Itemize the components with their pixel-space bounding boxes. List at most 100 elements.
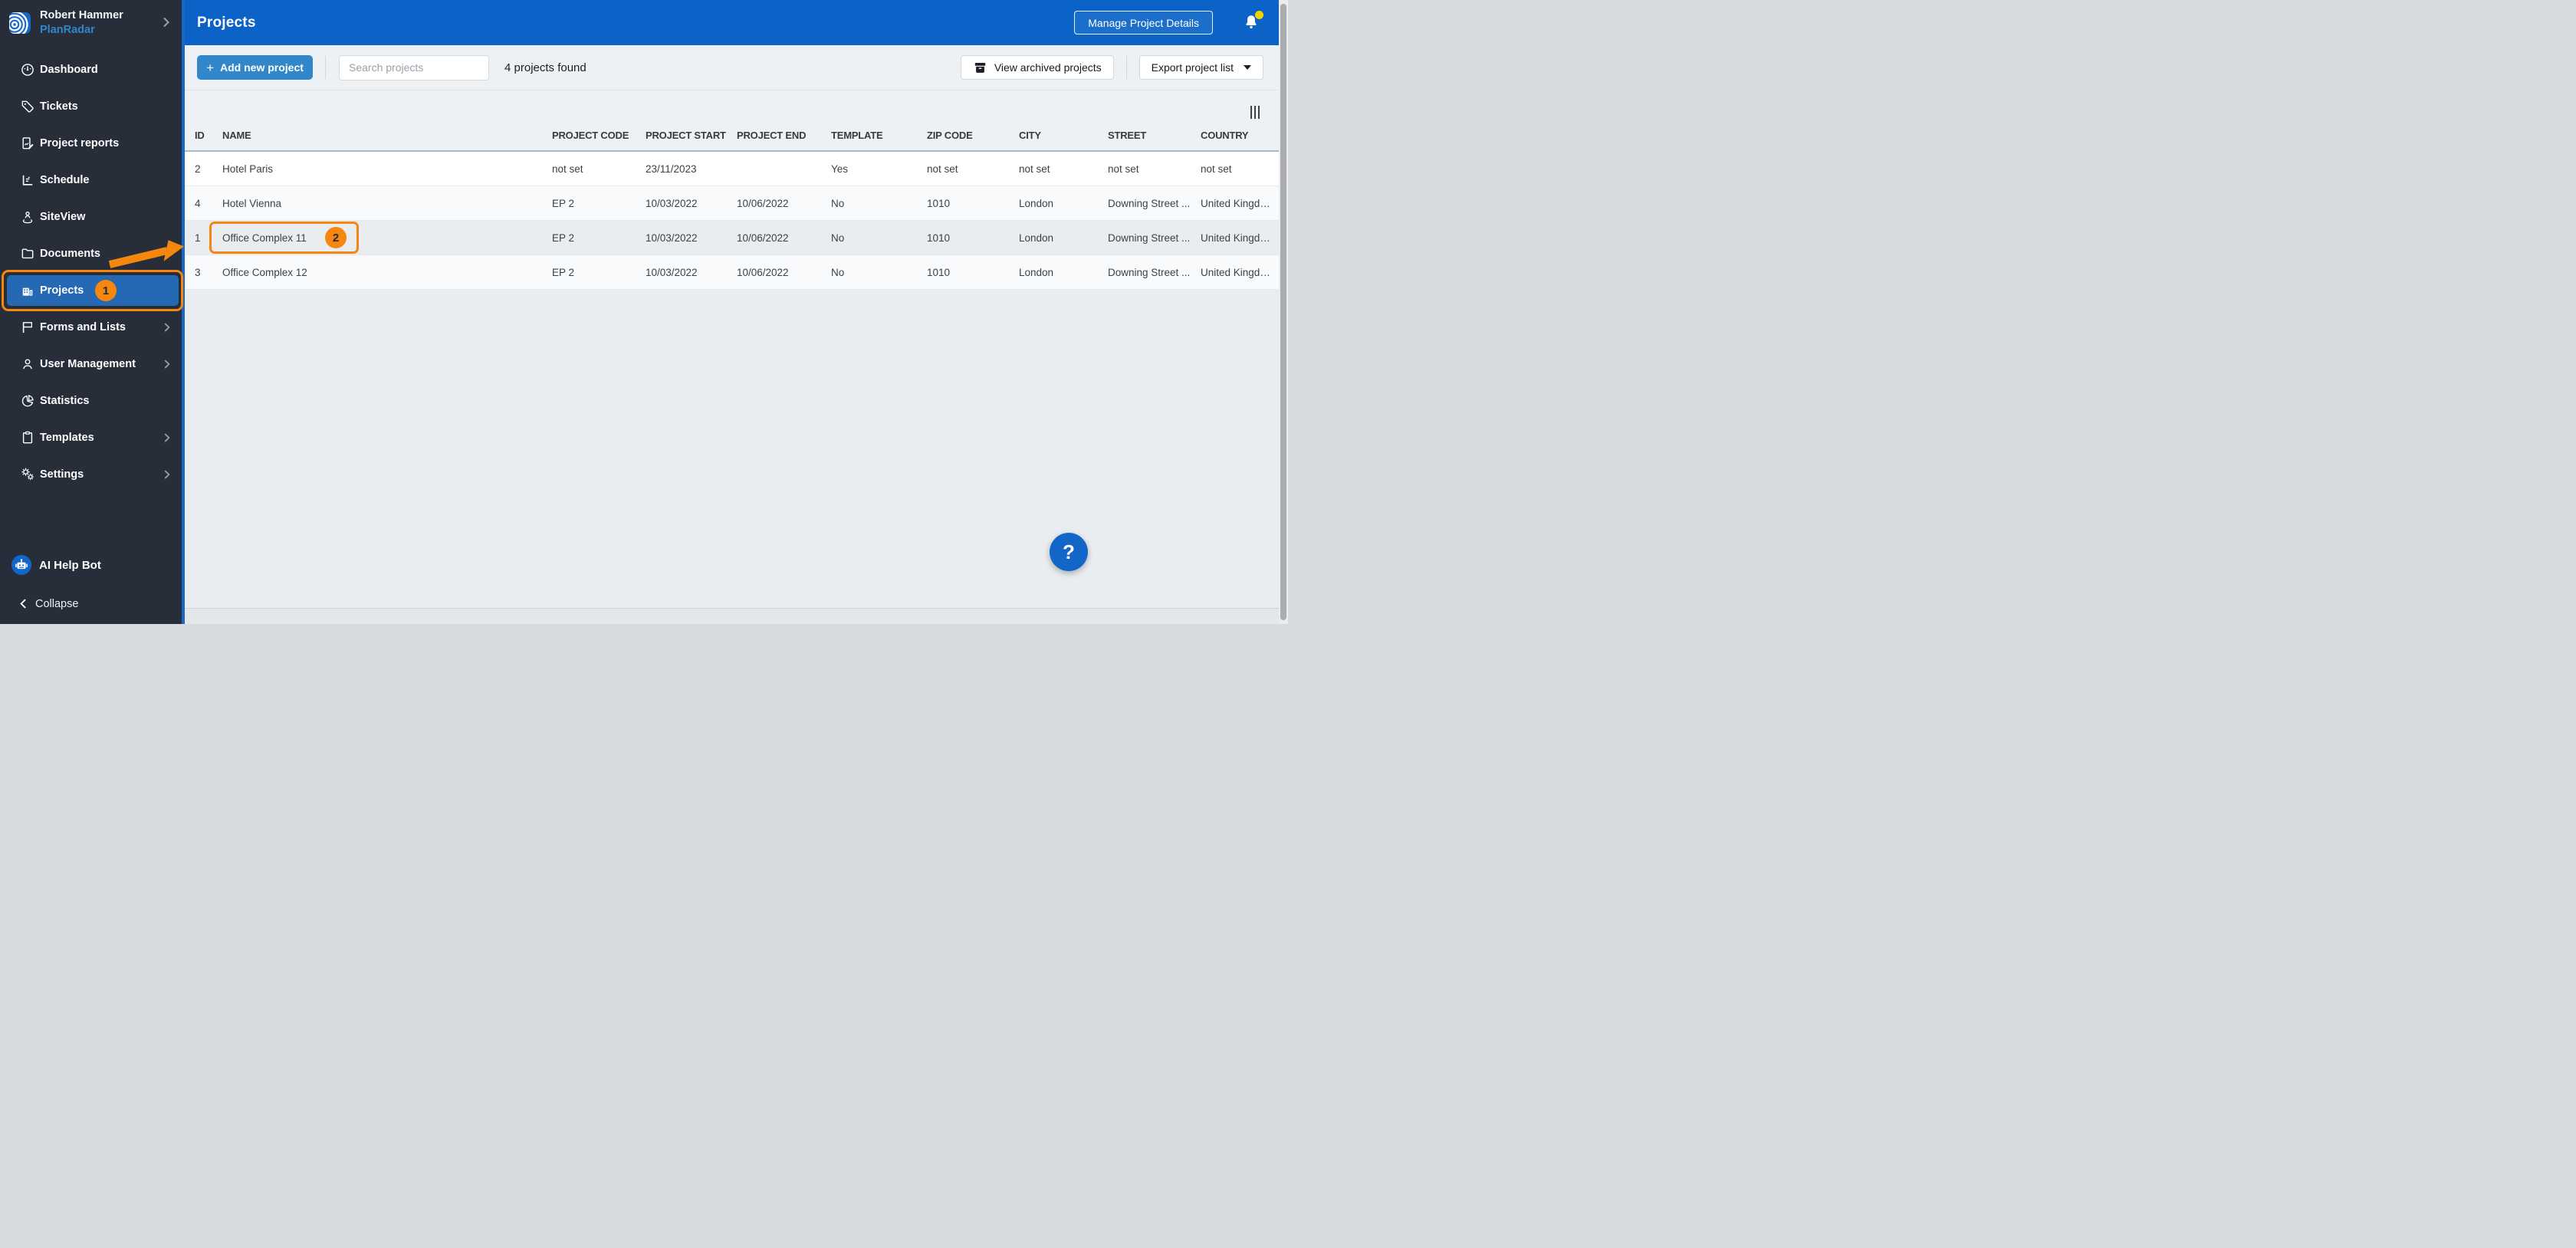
sidebar-item-label: Projects <box>40 284 84 297</box>
annotation-step-badge: 2 <box>325 227 347 248</box>
table-row-project-1[interactable]: 1 Office Complex 11 EP 2 10/03/2022 10/06/20… <box>185 221 1279 255</box>
cell-project-start: 10/03/2022 <box>646 232 698 244</box>
toolbar-divider <box>1125 56 1127 79</box>
chevron-left-icon <box>17 597 30 610</box>
sidebar-item-label: Documents <box>40 248 100 260</box>
settings-icon <box>20 467 35 482</box>
main-content: Projects Manage Project Details + Add ne… <box>185 0 1288 624</box>
view-archived-projects-button[interactable]: View archived projects <box>960 55 1114 80</box>
cell-name: Office Complex 12 <box>222 266 307 278</box>
help-button[interactable]: ? <box>1050 533 1088 571</box>
cell-project-end: 10/06/2022 <box>737 266 789 278</box>
sidebar-item-project-reports[interactable]: Project reports <box>0 125 185 162</box>
planradar-app: Robert Hammer PlanRadar Dashboard Tickets… <box>0 0 1288 624</box>
cell-project-code: EP 2 <box>552 266 575 278</box>
sidebar-nav: Dashboard Tickets Project reports Schedule S… <box>0 51 185 493</box>
table-header: ID NAME PROJECT CODE PROJECT START PROJECT E… <box>185 90 1279 152</box>
cell-project-start: 10/03/2022 <box>646 197 698 209</box>
column-header-name: NAME <box>222 130 251 141</box>
sidebar-item-documents[interactable]: Documents <box>0 235 185 272</box>
schedule-icon <box>20 172 35 188</box>
cell-street: Downing Street ... <box>1108 266 1191 278</box>
cell-country: United Kingdom <box>1201 266 1275 278</box>
notification-bell-icon[interactable] <box>1242 10 1263 33</box>
cell-project-start: 23/11/2023 <box>646 163 697 175</box>
scrollbar-thumb[interactable] <box>1280 4 1286 620</box>
cell-project-code: EP 2 <box>552 232 575 244</box>
search-projects-input[interactable] <box>339 54 489 80</box>
sidebar-item-label: User Management <box>40 358 136 370</box>
horizontal-scrollbar-track[interactable] <box>185 608 1288 624</box>
column-header-city: CITY <box>1019 130 1041 141</box>
forms-and-lists-icon <box>20 320 35 335</box>
toolbar-divider <box>325 56 326 79</box>
table-row-project-4[interactable]: 4 Hotel Vienna EP 2 10/03/2022 10/06/2022 No 1… <box>185 186 1279 221</box>
sidebar-item-schedule[interactable]: Schedule <box>0 162 185 199</box>
documents-icon <box>20 246 35 261</box>
workspace-name: PlanRadar <box>40 23 95 36</box>
cell-template: Yes <box>831 163 849 175</box>
statistics-icon <box>20 393 35 409</box>
sidebar-item-tickets[interactable]: Tickets <box>0 88 185 125</box>
vertical-scrollbar[interactable] <box>1279 0 1288 624</box>
cell-name: Hotel Paris <box>222 163 274 175</box>
manage-project-details-button[interactable]: Manage Project Details <box>1074 11 1213 34</box>
column-header-zip-code: ZIP CODE <box>927 130 973 141</box>
export-project-list-button[interactable]: Export project list <box>1138 55 1263 80</box>
cell-zip-code: not set <box>927 163 958 175</box>
chevron-right-icon <box>160 320 174 334</box>
sidebar-item-label: AI Help Bot <box>39 558 101 572</box>
dashboard-icon <box>20 62 35 77</box>
sidebar-item-label: Project reports <box>40 137 120 149</box>
column-header-id: ID <box>195 130 205 141</box>
cell-id: 4 <box>195 197 201 209</box>
notification-dot <box>1255 10 1263 19</box>
sidebar-item-label: Schedule <box>40 174 90 186</box>
sidebar-item-ai-help-bot[interactable]: AI Help Bot <box>12 555 101 575</box>
robot-icon <box>12 555 31 575</box>
user-name: Robert Hammer <box>40 9 123 22</box>
column-header-project-code: PROJECT CODE <box>552 130 629 141</box>
cell-country: United Kingdom <box>1201 232 1275 244</box>
sidebar-item-label: SiteView <box>40 211 86 223</box>
sidebar-item-templates[interactable]: Templates <box>0 419 185 456</box>
column-header-project-start: PROJECT START <box>646 130 726 141</box>
cell-project-code: EP 2 <box>552 197 575 209</box>
collapse-button[interactable]: Collapse <box>17 597 78 610</box>
sidebar-item-projects[interactable]: Projects 1 <box>0 270 185 311</box>
cell-zip-code: 1010 <box>927 197 951 209</box>
sidebar-item-forms-and-lists[interactable]: Forms and Lists <box>0 309 185 346</box>
table-empty-area <box>185 290 1279 608</box>
cell-country: not set <box>1201 163 1232 175</box>
workspace-switcher[interactable]: Robert Hammer PlanRadar <box>0 0 185 45</box>
archived-button-label: View archived projects <box>994 61 1102 74</box>
sidebar-item-dashboard[interactable]: Dashboard <box>0 51 185 88</box>
cell-id: 2 <box>195 163 201 175</box>
cell-street: Downing Street ... <box>1108 197 1191 209</box>
table-row-project-2[interactable]: 2 Hotel Paris not set 23/11/2023 Yes not set n… <box>185 152 1279 186</box>
sidebar-item-settings[interactable]: Settings <box>0 456 185 493</box>
tickets-icon <box>20 99 35 114</box>
sidebar-item-user-management[interactable]: User Management <box>0 346 185 383</box>
chevron-right-icon <box>160 431 174 445</box>
column-header-template: TEMPLATE <box>831 130 883 141</box>
cell-street: Downing Street ... <box>1108 232 1191 244</box>
column-header-project-end: PROJECT END <box>737 130 807 141</box>
add-button-label: Add new project <box>220 61 304 74</box>
results-count: 4 projects found <box>504 61 586 74</box>
projects-toolbar: + Add new project 4 projects found View … <box>185 45 1288 90</box>
column-settings-icon[interactable] <box>1250 106 1260 119</box>
collapse-label: Collapse <box>35 597 79 610</box>
sidebar-item-siteview[interactable]: SiteView <box>0 199 185 235</box>
column-header-country: COUNTRY <box>1201 130 1249 141</box>
cell-name: Hotel Vienna <box>222 197 282 209</box>
cell-city: London <box>1019 266 1054 278</box>
siteview-icon <box>20 209 35 225</box>
planradar-logo-icon <box>9 11 31 34</box>
sidebar-item-label: Dashboard <box>40 64 98 76</box>
cell-project-code: not set <box>552 163 583 175</box>
add-new-project-button[interactable]: + Add new project <box>197 55 313 80</box>
sidebar-item-statistics[interactable]: Statistics <box>0 383 185 419</box>
table-row-project-3[interactable]: 3 Office Complex 12 EP 2 10/03/2022 10/06/20… <box>185 255 1279 290</box>
table-body: 2 Hotel Paris not set 23/11/2023 Yes not set n… <box>185 152 1288 290</box>
